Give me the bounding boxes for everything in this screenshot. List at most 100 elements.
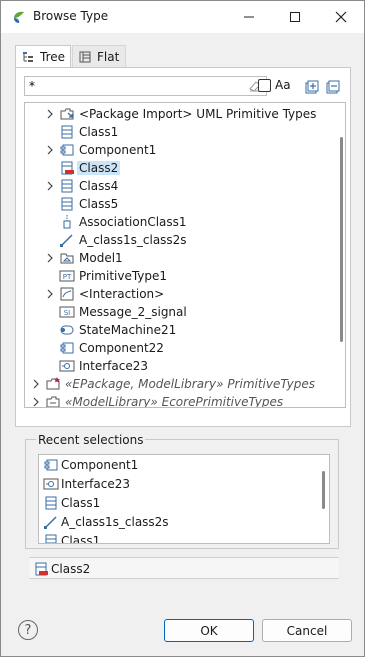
tab-flat-label: Flat <box>97 49 120 64</box>
tree-item[interactable]: Component1 <box>25 141 325 159</box>
tree-item[interactable]: Class4 <box>25 177 325 195</box>
primitive-type-icon: PT <box>59 270 75 282</box>
recent-scrollbar[interactable] <box>319 459 327 539</box>
signal-icon: SI <box>59 306 75 318</box>
tree-item-label: Class4 <box>79 179 119 193</box>
expand-chevron-icon[interactable] <box>31 393 41 407</box>
recent-item-label: Component1 <box>61 458 139 472</box>
tree-item-label: «ModelLibrary» EcorePrimitiveTypes <box>65 395 284 408</box>
tree-item-label: <Package Import> UML Primitive Types <box>79 107 317 121</box>
close-icon <box>335 11 347 23</box>
tab-flat[interactable]: Flat <box>72 45 126 67</box>
recent-scrollbar-thumb[interactable] <box>322 471 325 509</box>
recent-item-label: A_class1s_class2s <box>61 515 169 529</box>
recent-selections-list[interactable]: Component1 Interface23 Class1 A_class1s_cla… <box>38 454 330 544</box>
model-library-icon <box>46 396 60 407</box>
current-selection-field: Class2 <box>29 557 339 579</box>
tab-tree[interactable]: Tree <box>15 45 71 68</box>
collapse-all-icon[interactable] <box>326 80 340 94</box>
expand-chevron-icon[interactable] <box>31 375 41 393</box>
class-icon <box>61 125 73 139</box>
tree-item-label: AssociationClass1 <box>79 215 187 229</box>
browse-type-dialog: Browse Type Tree Flat * Aa <Package Impo… <box>0 0 365 657</box>
interaction-icon <box>60 287 74 301</box>
tree-item-label: «EPackage, ModelLibrary» PrimitiveTypes <box>65 377 316 391</box>
expand-chevron-icon[interactable] <box>45 285 55 303</box>
association-icon <box>44 516 57 529</box>
tree-scrollbar[interactable] <box>337 107 345 405</box>
current-selection-label: Class2 <box>51 562 91 576</box>
type-tree[interactable]: <Package Import> UML Primitive Types Clas… <box>24 102 346 408</box>
expand-all-icon[interactable] <box>305 80 319 94</box>
case-sensitive-label: Aa <box>275 78 291 92</box>
filter-input[interactable] <box>29 78 239 94</box>
recent-selections-group: Recent selections Component1 Interface23 C… <box>25 433 339 549</box>
close-button[interactable] <box>318 1 364 33</box>
app-logo-icon <box>14 11 24 23</box>
recent-selections-title: Recent selections <box>36 433 146 447</box>
class-icon <box>61 179 73 193</box>
case-sensitive-checkbox[interactable] <box>258 79 271 92</box>
title-bar[interactable]: Browse Type <box>1 1 364 33</box>
tree-item[interactable]: Class2 <box>25 159 325 177</box>
epackage-icon <box>46 377 60 390</box>
flat-list-icon <box>79 51 91 62</box>
component-icon <box>60 144 74 156</box>
model-icon <box>60 253 74 264</box>
help-icon: ? <box>24 622 32 638</box>
tree-item[interactable]: Model1 <box>25 249 325 267</box>
tree-item-label: Class2 <box>77 161 121 175</box>
recent-item-label: Interface23 <box>61 477 130 491</box>
interface-icon <box>59 360 75 372</box>
tree-item[interactable]: Class5 <box>25 195 325 213</box>
tree-item[interactable]: «EPackage, ModelLibrary» PrimitiveTypes <box>25 375 325 393</box>
recent-item[interactable]: Class1 <box>43 532 313 543</box>
recent-item[interactable]: Component1 <box>43 456 313 474</box>
expand-chevron-icon[interactable] <box>45 177 55 195</box>
tree-item[interactable]: <Package Import> UML Primitive Types <box>25 105 325 123</box>
ok-button[interactable]: OK <box>164 619 254 642</box>
recent-item[interactable]: Class1 <box>43 494 313 512</box>
expand-chevron-icon[interactable] <box>45 105 55 123</box>
minimize-button[interactable] <box>226 1 272 33</box>
tree-item[interactable]: Class1 <box>25 123 325 141</box>
tree-scrollbar-thumb[interactable] <box>340 137 343 342</box>
tree-item[interactable]: AssociationClass1 <box>25 213 325 231</box>
expand-chevron-icon[interactable] <box>45 141 55 159</box>
expand-chevron-icon[interactable] <box>45 249 55 267</box>
tree-item[interactable]: Interface23 <box>25 357 325 375</box>
window-title: Browse Type <box>33 9 109 23</box>
cancel-button[interactable]: Cancel <box>262 619 352 642</box>
tree-panel: Aa <Package Import> UML Primitive Types C… <box>15 67 351 427</box>
class-icon <box>61 197 73 211</box>
tree-item[interactable]: <Interaction> <box>25 285 325 303</box>
tree-item-label: Interface23 <box>79 359 148 373</box>
tree-view-icon <box>23 52 33 62</box>
svg-text:SI: SI <box>64 309 71 317</box>
class-icon <box>45 534 57 543</box>
tab-tree-label: Tree <box>40 50 66 64</box>
maximize-button[interactable] <box>272 1 318 33</box>
tree-item[interactable]: Component22 <box>25 339 325 357</box>
tree-item[interactable]: «ModelLibrary» EcorePrimitiveTypes <box>25 393 325 408</box>
tree-item[interactable]: SI Message_2_signal <box>25 303 325 321</box>
tree-item-label: <Interaction> <box>79 287 165 301</box>
help-button[interactable]: ? <box>18 620 38 640</box>
tree-item-label: PrimitiveType1 <box>79 269 168 283</box>
recent-item-label: Class1 <box>61 496 101 510</box>
recent-item[interactable]: Interface23 <box>43 475 313 493</box>
filter-box <box>24 76 267 96</box>
tree-item[interactable]: PT PrimitiveType1 <box>25 267 325 285</box>
tree-item-label: A_class1s_class2s <box>79 233 187 247</box>
tree-item[interactable]: A_class1s_class2s <box>25 231 325 249</box>
component-icon <box>44 459 58 471</box>
tree-item-label: StateMachine21 <box>79 323 177 337</box>
tree-item-label: Model1 <box>79 251 123 265</box>
minimize-icon <box>244 16 254 18</box>
svg-text:PT: PT <box>63 273 72 281</box>
tree-item[interactable]: StateMachine21 <box>25 321 325 339</box>
tree-item-label: Component1 <box>79 143 157 157</box>
recent-item[interactable]: A_class1s_class2s <box>43 513 313 531</box>
tree-item-label: Component22 <box>79 341 164 355</box>
association-class-icon <box>63 215 71 229</box>
